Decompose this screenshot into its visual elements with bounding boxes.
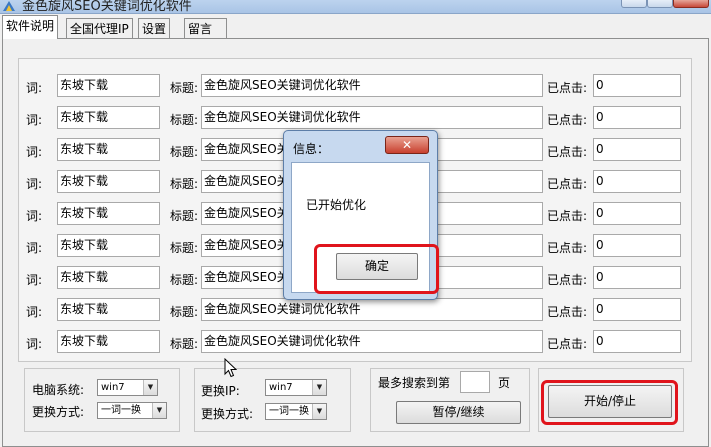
chevron-down-icon: ▼ (312, 380, 326, 395)
word-label: 词: (26, 337, 43, 351)
title-label: 标题: (170, 113, 199, 127)
word-label: 词: (26, 273, 43, 287)
keyword-input[interactable]: 东坡下载 (57, 170, 160, 193)
word-label: 词: (26, 177, 43, 191)
dialog-body: 已开始优化 确定 (291, 162, 439, 294)
clicked-count-input[interactable]: 0 (593, 74, 681, 97)
clicked-count-input[interactable]: 0 (593, 170, 681, 193)
keyword-input[interactable]: 东坡下载 (57, 106, 160, 129)
chevron-down-icon: ▼ (152, 403, 166, 418)
title-input[interactable]: 金色旋风SEO关键词优化软件 (201, 330, 543, 353)
clicked-label: 已点击: (547, 241, 588, 255)
clicked-count-input[interactable]: 0 (593, 266, 681, 289)
method-select[interactable]: 一词一换 ▼ (97, 402, 167, 419)
keyword-input[interactable]: 东坡下载 (57, 138, 160, 161)
title-label: 标题: (170, 305, 199, 319)
ip-method-select[interactable]: 一词一换 ▼ (265, 403, 327, 420)
clicked-label: 已点击: (547, 81, 588, 95)
title-input[interactable]: 金色旋风SEO关键词优化软件 (201, 298, 543, 321)
clicked-count-input[interactable]: 0 (593, 234, 681, 257)
title-input[interactable]: 金色旋风SEO关键词优化软件 (201, 74, 543, 97)
title-label: 标题: (170, 145, 199, 159)
keyword-input[interactable]: 东坡下载 (57, 266, 160, 289)
close-button[interactable] (673, 0, 709, 8)
system-select[interactable]: win7 ▼ (97, 379, 158, 396)
title-label: 标题: (170, 241, 199, 255)
app-logo-icon (2, 0, 16, 12)
word-label: 词: (26, 145, 43, 159)
word-label: 词: (26, 113, 43, 127)
max-search-label: 最多搜索到第 (378, 376, 451, 390)
title-label: 标题: (170, 81, 199, 95)
clicked-count-input[interactable]: 0 (593, 330, 681, 353)
chevron-down-icon: ▼ (312, 404, 326, 419)
title-label: 标题: (170, 337, 199, 351)
keyword-input[interactable]: 东坡下载 (57, 234, 160, 257)
tab-message[interactable]: 留言 (184, 18, 228, 38)
title-bar: 金色旋风SEO关键词优化软件 (0, 0, 711, 14)
tab-software-info[interactable]: 软件说明 (2, 15, 59, 39)
window-title: 金色旋风SEO关键词优化软件 (22, 0, 192, 14)
ip-label: 更换IP: (201, 384, 240, 398)
page-count-input[interactable] (460, 371, 490, 393)
chevron-down-icon: ▼ (143, 380, 157, 395)
clicked-count-input[interactable]: 0 (593, 106, 681, 129)
clicked-count-input[interactable]: 0 (593, 138, 681, 161)
clicked-label: 已点击: (547, 145, 588, 159)
page-suffix-label: 页 (498, 376, 511, 390)
computer-settings-group (24, 368, 180, 432)
clicked-count-input[interactable]: 0 (593, 202, 681, 225)
title-input[interactable]: 金色旋风SEO关键词优化软件 (201, 106, 543, 129)
word-label: 词: (26, 209, 43, 223)
pause-resume-button[interactable]: 暂停/继续 (396, 401, 521, 424)
system-label: 电脑系统: (32, 383, 85, 397)
tab-proxy-ip[interactable]: 全国代理IP (66, 18, 133, 38)
word-label: 词: (26, 305, 43, 319)
ip-method-label: 更换方式: (201, 407, 254, 421)
clicked-label: 已点击: (547, 113, 588, 127)
word-label: 词: (26, 81, 43, 95)
dialog-close-button[interactable]: ✕ (385, 136, 429, 154)
keyword-input[interactable]: 东坡下载 (57, 202, 160, 225)
minimize-button[interactable] (621, 0, 647, 8)
ok-button-highlight (314, 244, 439, 294)
mouse-cursor-icon (224, 357, 238, 381)
keyword-input[interactable]: 东坡下载 (57, 330, 160, 353)
title-label: 标题: (170, 273, 199, 287)
title-label: 标题: (170, 177, 199, 191)
ip-select[interactable]: win7 ▼ (265, 379, 327, 396)
clicked-label: 已点击: (547, 177, 588, 191)
clicked-label: 已点击: (547, 305, 588, 319)
clicked-label: 已点击: (547, 273, 588, 287)
clicked-label: 已点击: (547, 209, 588, 223)
ip-settings-group (194, 368, 351, 432)
start-button-highlight (541, 380, 678, 425)
dialog-title: 信息： (293, 142, 330, 156)
keyword-input[interactable]: 东坡下载 (57, 74, 160, 97)
clicked-label: 已点击: (547, 337, 588, 351)
clicked-count-input[interactable]: 0 (593, 298, 681, 321)
maximize-button[interactable] (647, 0, 673, 8)
dialog-message: 已开始优化 (306, 198, 367, 212)
method-label: 更换方式: (32, 405, 85, 419)
info-dialog: 信息： ✕ 已开始优化 确定 (283, 130, 439, 300)
word-label: 词: (26, 241, 43, 255)
keyword-input[interactable]: 东坡下载 (57, 298, 160, 321)
close-icon: ✕ (401, 138, 413, 152)
title-label: 标题: (170, 209, 199, 223)
tab-settings[interactable]: 设置 (138, 18, 171, 38)
